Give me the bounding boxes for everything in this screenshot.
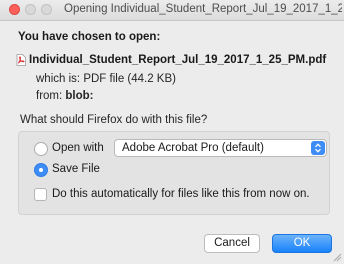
cancel-button[interactable]: Cancel bbox=[204, 234, 260, 253]
from-label: from: bbox=[36, 90, 63, 102]
ok-button[interactable]: OK bbox=[272, 234, 332, 253]
do-automatically-label[interactable]: Do this automatically for files like thi… bbox=[52, 188, 310, 200]
file-source-value: blob: bbox=[65, 90, 94, 102]
save-file-radio[interactable] bbox=[34, 163, 48, 177]
open-prompt: You have chosen to open: bbox=[18, 31, 161, 43]
open-with-radio[interactable] bbox=[34, 142, 48, 156]
file-name: Individual_Student_Report_Jul_19_2017_1_… bbox=[29, 54, 327, 66]
selected-app: Adobe Acrobat Pro (default) bbox=[122, 142, 264, 154]
save-file-label[interactable]: Save File bbox=[52, 163, 100, 175]
do-automatically-checkbox[interactable] bbox=[34, 188, 47, 201]
pdf-file-icon bbox=[16, 54, 26, 66]
minimize-window-button[interactable] bbox=[25, 4, 36, 15]
action-question: What should Firefox do with this file? bbox=[20, 114, 208, 126]
title-bar[interactable]: Opening Individual_Student_Report_Jul_19… bbox=[0, 0, 344, 21]
open-with-label[interactable]: Open with bbox=[52, 142, 104, 154]
open-with-app-select[interactable]: Adobe Acrobat Pro (default) bbox=[114, 139, 327, 157]
file-source-row: from: blob: bbox=[36, 90, 94, 102]
file-type-value: PDF file (44.2 KB) bbox=[83, 73, 176, 85]
resize-grip-icon[interactable] bbox=[332, 252, 342, 262]
zoom-window-button[interactable] bbox=[41, 4, 52, 15]
window-title: Opening Individual_Student_Report_Jul_19… bbox=[64, 3, 342, 15]
close-window-button[interactable] bbox=[9, 4, 20, 15]
select-stepper-icon bbox=[311, 141, 325, 155]
file-type-row: which is: PDF file (44.2 KB) bbox=[36, 73, 176, 85]
download-dialog: Opening Individual_Student_Report_Jul_19… bbox=[0, 0, 344, 264]
which-is-label: which is: bbox=[36, 73, 81, 85]
